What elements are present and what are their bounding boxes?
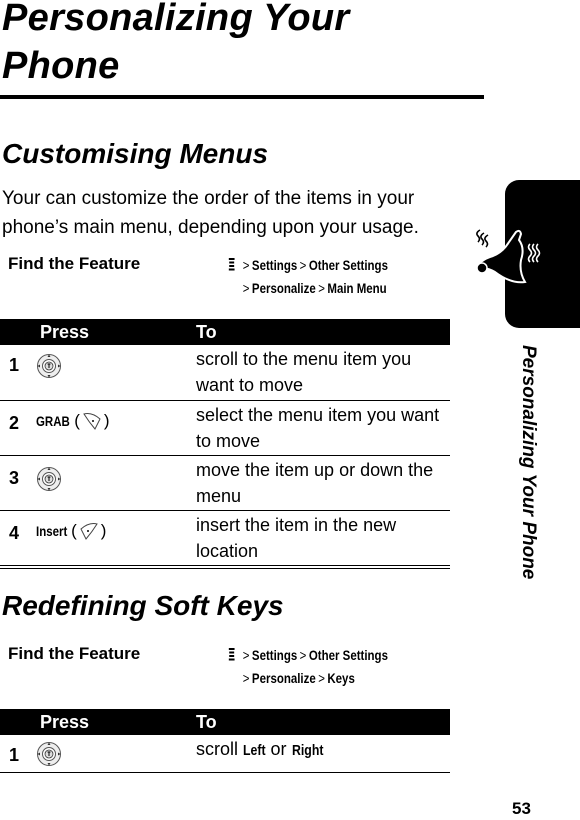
right-soft-key-icon	[80, 523, 98, 540]
section-title-customising-menus: Customising Menus	[2, 138, 269, 169]
table-row: 1 scroll Left or Right	[0, 735, 450, 773]
press-cell: GRAB ( )	[36, 411, 110, 431]
press-cell	[36, 741, 62, 767]
path-separator: >	[242, 280, 250, 296]
page-number: 53	[512, 799, 531, 818]
step-number: 2	[9, 413, 20, 433]
path-separator: >	[242, 670, 250, 686]
paren-close: )	[103, 411, 110, 430]
nav-key-icon	[37, 354, 61, 378]
table-row: 2 GRAB ( ) select the menu item you want…	[0, 401, 450, 456]
grab-soft-key-label: GRAB	[36, 413, 70, 429]
step-description: scroll to the menu item you want to move	[196, 349, 412, 395]
path-separator: >	[318, 670, 325, 686]
header-press: Press	[40, 322, 90, 342]
find-feature-path: > Settings > Other Settings > Personalize > Ke…	[228, 644, 388, 690]
paren-open: (	[74, 411, 80, 430]
find-feature-label: Find the Feature	[8, 254, 141, 273]
step-description: insert the item in the new location	[196, 515, 397, 561]
table-row: 1 scroll to the menu item you want to mo…	[0, 345, 450, 401]
nav-key-icon	[37, 742, 61, 766]
path-item-other-settings: Other Settings	[308, 257, 388, 273]
find-feature-path: > Settings > Other Settings > Personalize > Ma…	[228, 254, 388, 300]
header-to: To	[196, 322, 217, 342]
table-row: 3 move the item up or down the menu	[0, 456, 450, 511]
path-item-personalize: Personalize	[251, 670, 316, 686]
step-number: 1	[9, 745, 20, 765]
nav-key-icon	[37, 467, 61, 491]
step-number: 3	[9, 468, 20, 488]
step-description: scroll Left or Right	[196, 736, 446, 764]
path-separator: >	[299, 647, 307, 663]
title-divider	[0, 95, 484, 99]
page-title: Personalizing Your Phone	[2, 0, 350, 87]
chapter-side-label-text: Personalizing Your Phone	[518, 345, 539, 580]
press-cell: Insert ( )	[36, 521, 106, 541]
menu-key-icon	[228, 258, 235, 271]
path-separator: >	[318, 280, 325, 296]
to-mid: or	[270, 739, 287, 759]
table-header: Press To	[0, 709, 450, 735]
section-title-redefining-soft-keys: Redefining Soft Keys	[2, 590, 284, 621]
to-prefix: scroll	[196, 739, 239, 759]
path-item-settings: Settings	[251, 257, 298, 273]
path-item-settings: Settings	[251, 647, 298, 663]
path-separator: >	[299, 257, 307, 273]
chapter-side-label: Personalizing Your Phone	[507, 345, 547, 615]
table-row: 4 Insert ( ) insert the item in the new …	[0, 511, 450, 566]
option-left: Left	[243, 742, 266, 759]
path-item-main-menu: Main Menu	[327, 280, 387, 296]
table-end-rule	[0, 568, 450, 569]
step-description: select the menu item you want to move	[196, 405, 440, 451]
step-number: 4	[9, 523, 20, 543]
path-separator: >	[242, 647, 250, 663]
find-feature-label: Find the Feature	[8, 644, 141, 663]
table-header: Press To	[0, 319, 450, 345]
left-soft-key-icon	[83, 413, 101, 430]
step-description: move the item up or down the menu	[196, 460, 434, 506]
header-to: To	[196, 712, 217, 732]
path-item-other-settings: Other Settings	[308, 647, 388, 663]
header-press: Press	[40, 712, 90, 732]
section-intro: Your can customize the order of the item…	[2, 188, 419, 238]
press-cell	[36, 353, 62, 379]
insert-soft-key-label: Insert	[36, 523, 68, 539]
option-right: Right	[291, 742, 324, 759]
path-separator: >	[242, 257, 250, 273]
paren-open: (	[71, 521, 77, 540]
path-item-keys: Keys	[327, 670, 355, 686]
paren-close: )	[100, 521, 107, 540]
step-number: 1	[9, 355, 20, 375]
press-cell	[36, 466, 62, 492]
menu-key-icon	[228, 648, 235, 661]
path-item-personalize: Personalize	[251, 280, 316, 296]
bell-vibrate-icon	[473, 229, 541, 284]
